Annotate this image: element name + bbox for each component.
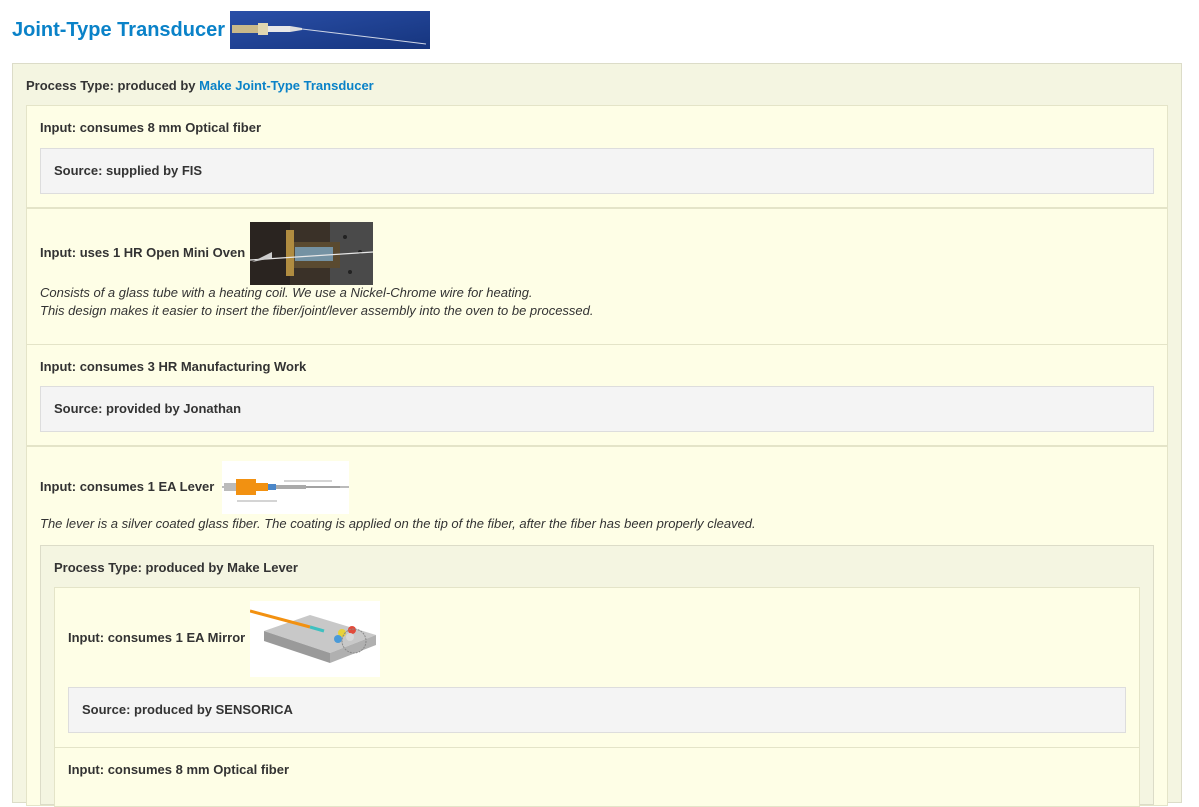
mirror-render <box>250 601 380 677</box>
input-mirror-label: Input: consumes 1 EA Mirror <box>68 630 246 645</box>
oven-photo <box>250 222 373 285</box>
oven-description-line-2: This design makes it easier to insert th… <box>40 303 594 318</box>
page-header: Joint-Type Transducer <box>12 11 431 49</box>
input-mini-oven <box>26 208 1168 345</box>
make-lever-process-label: Process Type: produced by Make Lever <box>54 560 298 575</box>
source-fis-label: Source: supplied by FIS <box>54 163 203 178</box>
transducer-photo <box>230 11 431 49</box>
input-optical-fiber-2 <box>54 747 1140 807</box>
oven-description-line-1: Consists of a glass tube with a heating … <box>40 285 533 300</box>
input-lever-label: Input: consumes 1 EA Lever <box>40 479 215 494</box>
input-mini-oven-label: Input: uses 1 HR Open Mini Oven <box>40 245 246 260</box>
make-joint-type-transducer-link[interactable]: Make Joint-Type Transducer <box>199 78 374 93</box>
top-process-label: Process Type: produced by Make Joint-Typ… <box>26 78 374 93</box>
source-sensorica-label: Source: produced by SENSORICA <box>82 702 293 717</box>
input-optical-fiber-label: Input: consumes 8 mm Optical fiber <box>40 120 262 135</box>
page-title[interactable]: Joint-Type Transducer <box>12 19 225 42</box>
lever-diagram <box>222 461 349 514</box>
input-manufacturing-work-label: Input: consumes 3 HR Manufacturing Work <box>40 359 307 374</box>
source-fis <box>40 148 1154 194</box>
lever-description: The lever is a silver coated glass fiber… <box>40 516 756 531</box>
input-optical-fiber-2-label: Input: consumes 8 mm Optical fiber <box>68 762 290 777</box>
source-jonathan-label: Source: provided by Jonathan <box>54 401 242 416</box>
